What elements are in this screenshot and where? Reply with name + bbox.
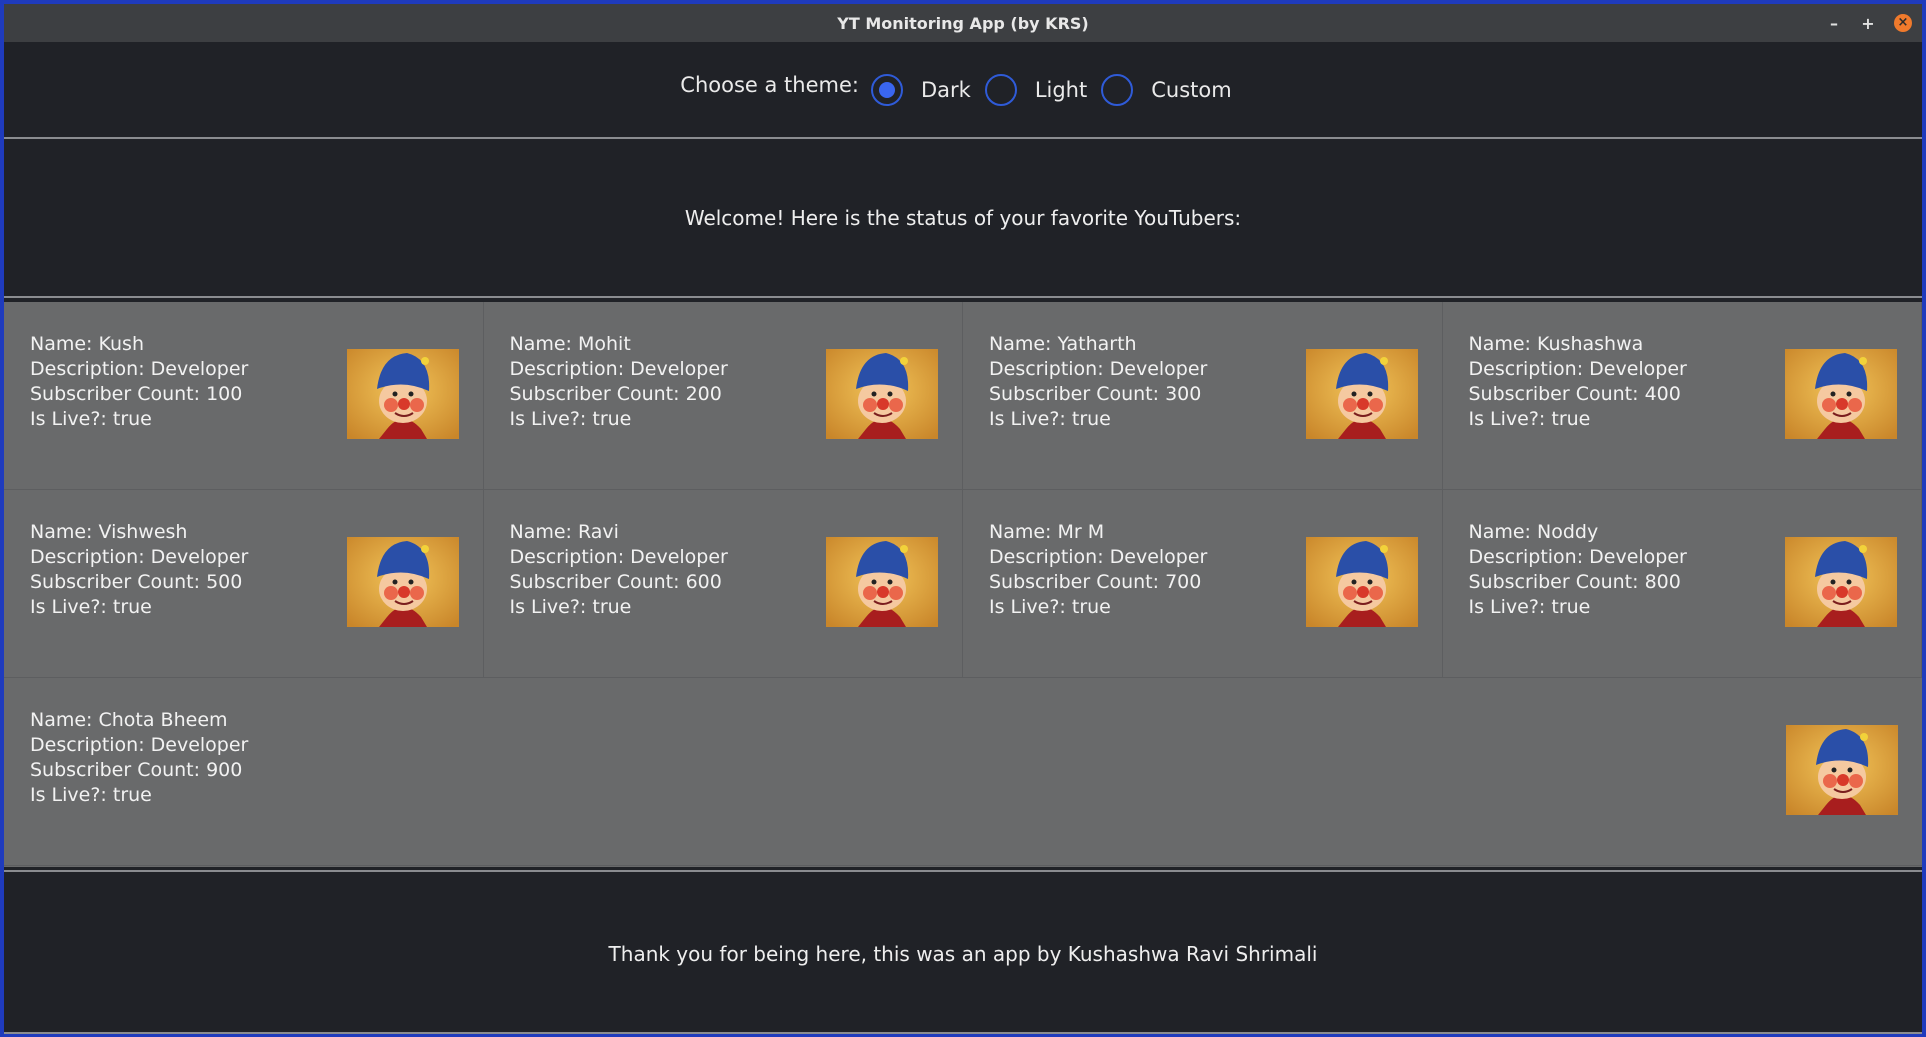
youtuber-grid-area: Name: Kush Description: Developer Subscr… bbox=[4, 302, 1922, 867]
window-title: YT Monitoring App (by KRS) bbox=[837, 13, 1089, 33]
cartoon-character-avatar-icon bbox=[1785, 537, 1897, 627]
youtuber-live-status: Is Live?: true bbox=[30, 784, 152, 806]
minimize-button[interactable]: – bbox=[1826, 14, 1842, 33]
radio-dark[interactable] bbox=[870, 73, 903, 106]
cartoon-character-avatar-icon bbox=[1305, 349, 1418, 439]
welcome-message: Welcome! Here is the status of your favo… bbox=[684, 206, 1242, 230]
cartoon-character-avatar-icon bbox=[1786, 725, 1898, 815]
youtuber-grid: Name: Kush Description: Developer Subscr… bbox=[4, 302, 1922, 866]
youtuber-card: Name: Yatharth Description: Developer Su… bbox=[963, 302, 1443, 490]
youtuber-card: Name: Mohit Description: Developer Subsc… bbox=[483, 302, 963, 490]
youtuber-card: Name: Vishwesh Description: Developer Su… bbox=[4, 490, 484, 678]
radio-light-label[interactable]: Light bbox=[1035, 78, 1087, 102]
youtuber-name: Name: Chota Bheem bbox=[30, 709, 228, 731]
divider bbox=[4, 137, 1922, 139]
radio-custom[interactable] bbox=[1101, 73, 1134, 106]
footer-message: Thank you for being here, this was an ap… bbox=[608, 942, 1318, 966]
youtuber-card: Name: Chota Bheem Description: Developer… bbox=[4, 678, 1922, 866]
cartoon-character-avatar-icon bbox=[1785, 349, 1897, 439]
youtuber-card: Name: Kush Description: Developer Subscr… bbox=[4, 302, 484, 490]
youtuber-description: Description: Developer bbox=[30, 734, 249, 756]
radio-light[interactable] bbox=[984, 73, 1017, 106]
theme-selector: Choose a theme: Dark Light Custom bbox=[4, 42, 1922, 137]
radio-dark-label[interactable]: Dark bbox=[921, 78, 971, 102]
cartoon-character-avatar-icon bbox=[346, 349, 459, 439]
radio-selected-dot bbox=[878, 81, 895, 98]
close-button[interactable]: × bbox=[1894, 14, 1912, 32]
cartoon-character-avatar-icon bbox=[826, 349, 938, 439]
youtuber-card: Name: Kushashwa Description: Developer S… bbox=[1442, 302, 1922, 490]
cartoon-character-avatar-icon bbox=[1305, 537, 1418, 627]
youtuber-subscriber-count: Subscriber Count: 900 bbox=[30, 759, 243, 781]
divider bbox=[4, 296, 1922, 298]
window-controls: – + × bbox=[1826, 4, 1912, 42]
app-window: YT Monitoring App (by KRS) – + × Choose … bbox=[0, 0, 1926, 1037]
theme-label: Choose a theme: bbox=[680, 72, 859, 97]
youtuber-card: Name: Ravi Description: Developer Subscr… bbox=[483, 490, 963, 678]
divider bbox=[4, 870, 1922, 872]
maximize-button[interactable]: + bbox=[1860, 14, 1876, 33]
title-bar[interactable]: YT Monitoring App (by KRS) – + × bbox=[4, 4, 1922, 42]
cartoon-character-avatar-icon bbox=[346, 537, 459, 627]
youtuber-card: Name: Noddy Description: Developer Subsc… bbox=[1442, 490, 1922, 678]
radio-custom-label[interactable]: Custom bbox=[1151, 78, 1231, 102]
divider bbox=[4, 1032, 1922, 1034]
cartoon-character-avatar-icon bbox=[826, 537, 938, 627]
youtuber-card: Name: Mr M Description: Developer Subscr… bbox=[963, 490, 1443, 678]
